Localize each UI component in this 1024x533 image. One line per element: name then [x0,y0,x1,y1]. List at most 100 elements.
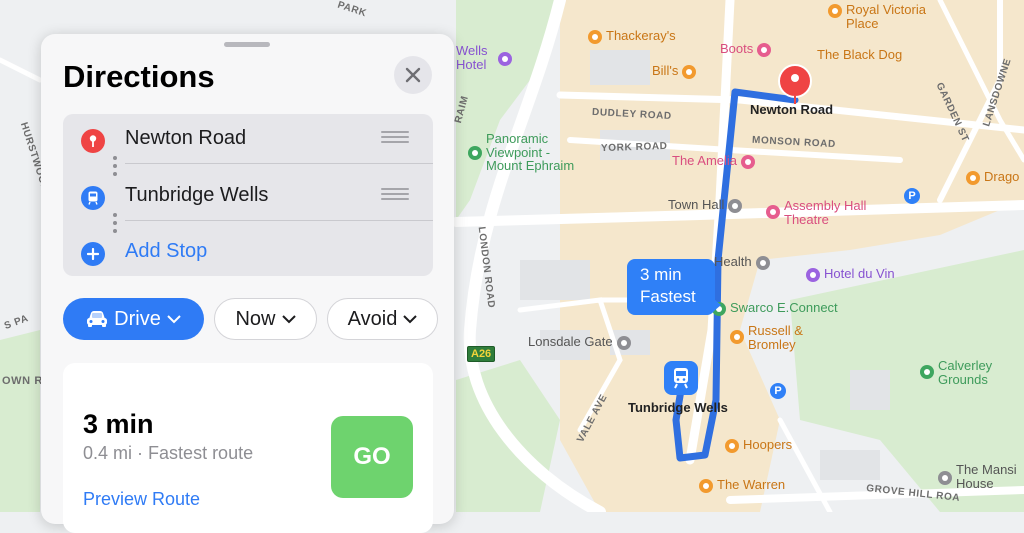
car-icon [87,311,108,327]
poi-the-black-dog[interactable]: The Black Dog [817,48,902,62]
route-duration: 3 min [83,409,154,439]
road-number-badge: A26 [467,346,496,362]
poi-panoramic-viewpoint[interactable]: Panoramic Viewpoint - Mount Ephraim [468,132,588,173]
poi-label: Boots [720,41,754,56]
panel-title: Directions [63,59,215,94]
restaurant-icon [699,479,713,493]
parking-icon[interactable]: P [770,383,786,399]
origin-map-label: Tunbridge Wells [628,400,728,415]
panel-grabber-handle[interactable] [224,42,270,47]
poi-assembly-hall-theatre[interactable]: Assembly Hall Theatre [766,199,874,226]
train-station-icon[interactable] [664,361,698,395]
poi-label: The Warren [717,477,786,492]
pharmacy-icon [757,43,772,57]
poi-label: Town Hall [668,197,725,212]
close-icon [405,67,421,83]
viewpoint-icon [468,146,482,160]
poi-royal-victoria-place[interactable]: Royal Victoria Place [828,3,941,30]
street-label: YORK ROAD [600,140,668,155]
poi-the-amelia[interactable]: The Amelia [672,153,756,169]
shop-icon [725,439,739,453]
poi-lonsdale-gate[interactable]: Lonsdale Gate [528,335,631,350]
poi-label: Panoramic Viewpoint - Mount Ephraim [486,131,575,174]
poi-label: Wells Hotel [456,43,488,72]
destination-map-label: Newton Road [750,102,834,117]
reorder-handle-icon[interactable] [381,188,409,202]
stop-row-origin[interactable]: Tunbridge Wells [63,171,433,227]
poi-label: The Black Dog [817,47,903,62]
poi-hotel-du-vin[interactable]: Hotel du Vin [806,267,895,282]
restaurant-icon [966,171,980,185]
divider [125,220,433,221]
route-eta-bubble[interactable]: 3 min Fastest [627,259,721,315]
hotel-icon [806,268,820,282]
theatre-icon [766,205,780,219]
chevron-down-icon [281,314,296,323]
chevron-down-icon [403,314,418,323]
poi-wells-hotel[interactable]: Wells Hotel [456,44,512,71]
poi-russell-bromley[interactable]: Russell & Bromley [730,324,814,351]
poi-label: Calverley Grounds [938,358,993,387]
train-icon [81,186,105,210]
stop-row-destination[interactable]: Newton Road [63,114,433,170]
add-stop-label: Add Stop [125,240,208,262]
close-button[interactable] [394,56,432,94]
add-stop-button[interactable]: Add Stop [63,227,433,283]
poi-boots[interactable]: Boots [720,41,772,57]
health-icon [755,256,770,270]
poi-label: Swarco E.Connect [730,300,838,315]
restaurant-icon [588,30,602,44]
route-eta-label: Fastest [640,287,696,306]
poi-swarco-econnect[interactable]: Swarco E.Connect [712,301,838,316]
poi-the-mansion-house[interactable]: The Mansi House [938,463,1024,490]
avoid-options-button[interactable]: Avoid [327,298,438,340]
shop-icon [730,330,744,344]
route-option-card[interactable]: 3 min 0.4 mi · Fastest route Preview Rou… [63,363,433,533]
directions-panel: Directions Newton Road Tunbridge Wells A… [41,34,454,533]
connector-dot [113,213,117,217]
poi-drago[interactable]: Drago [966,170,1019,185]
divider [125,163,433,164]
parking-icon[interactable]: P [904,188,920,204]
poi-label: Health [714,254,752,269]
departure-time-button[interactable]: Now [214,298,317,340]
train-icon [674,368,688,389]
stops-list: Newton Road Tunbridge Wells Add Stop [63,114,433,276]
destination-pin-icon[interactable] [778,64,812,98]
reorder-handle-icon[interactable] [381,131,409,145]
hotel-icon [498,52,512,66]
poi-thackerays[interactable]: Thackeray's [588,29,676,44]
plus-icon [81,242,105,266]
chip-label: Drive [114,307,161,330]
poi-town-hall[interactable]: Town Hall [668,197,743,213]
poi-health[interactable]: Health [714,255,770,270]
poi-calverley-grounds[interactable]: Calverley Grounds [920,359,1014,386]
shop-icon [828,4,842,18]
park-icon [920,365,934,379]
route-details: 0.4 mi · Fastest route [83,443,253,464]
poi-label: Drago [984,169,1020,184]
preview-route-link[interactable]: Preview Route [83,489,200,510]
poi-label: Hoopers [743,437,793,452]
transport-mode-drive-button[interactable]: Drive [63,298,204,340]
poi-label: The Amelia [672,153,738,168]
poi-label: The Mansi House [956,462,1017,491]
poi-label: Hotel du Vin [824,266,895,281]
poi-label: Royal Victoria Place [846,2,926,31]
stop-label: Tunbridge Wells [125,184,269,206]
go-button[interactable]: GO [331,416,413,498]
chip-label: Avoid [347,307,398,330]
landmark-icon [728,199,743,213]
landmark-icon [616,336,631,350]
landmark-icon [938,471,952,485]
poi-label: Assembly Hall Theatre [784,198,867,227]
theatre-icon [741,155,756,169]
route-eta-time: 3 min [640,265,682,284]
poi-hoopers[interactable]: Hoopers [725,438,792,453]
connector-dot [113,221,117,225]
route-summary: Fastest route [148,443,254,463]
separator: · [137,443,149,463]
poi-the-warren[interactable]: The Warren [699,478,785,493]
poi-label: Thackeray's [606,28,676,43]
poi-bills[interactable]: Bill's [652,64,697,79]
